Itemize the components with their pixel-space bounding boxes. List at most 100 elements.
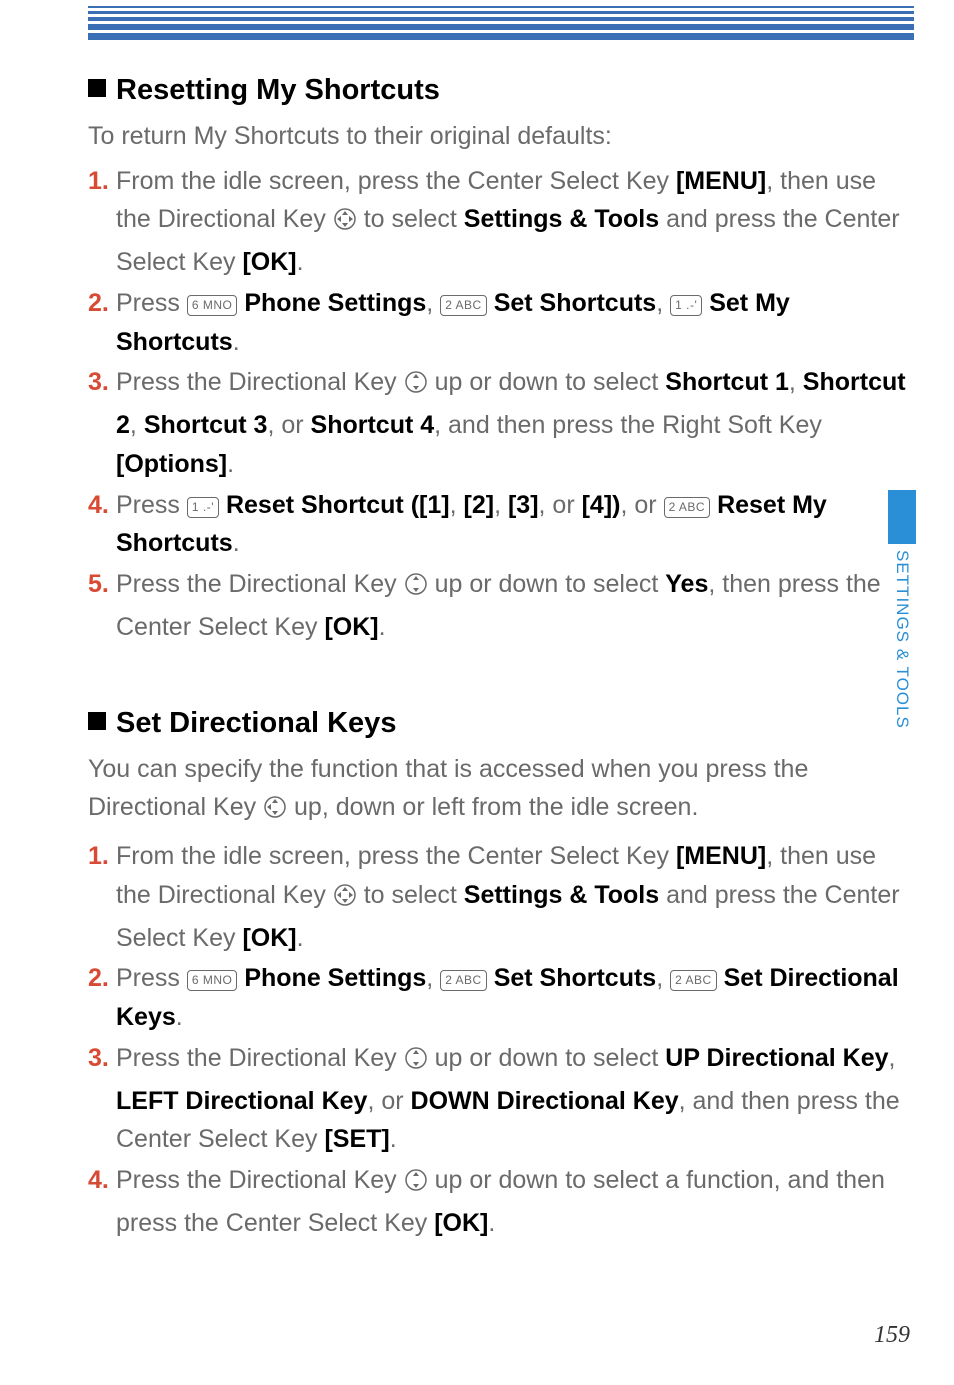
step-number: 5. (88, 565, 116, 647)
step-number: 1. (88, 162, 116, 282)
text: , or (267, 411, 310, 439)
step-1: 1. From the idle screen, press the Cente… (88, 837, 914, 957)
shortcut-4: Shortcut 4 (311, 411, 435, 439)
stripe (88, 33, 914, 40)
side-tab-label: SETTINGS & TOOLS (892, 550, 912, 729)
step-body: Press 6 MNO Phone Settings, 2 ABC Set Sh… (116, 284, 914, 362)
key-1-icon: 1 .-' (187, 497, 219, 518)
text: , (130, 411, 144, 439)
side-marker (888, 490, 916, 544)
step-1: 1. From the idle screen, press the Cente… (88, 162, 914, 282)
section-intro: You can specify the function that is acc… (88, 750, 914, 832)
step-number: 2. (88, 284, 116, 362)
step-4: 4. Press 1 .-' Reset Shortcut ([1], [2],… (88, 486, 914, 564)
key-2-icon: 2 ABC (440, 970, 487, 991)
step-body: Press the Directional Key up or down to … (116, 1039, 914, 1159)
text: up, down or left from the idle screen. (287, 793, 698, 821)
left-dir-key: LEFT Directional Key (116, 1087, 367, 1115)
text: , (656, 964, 670, 992)
text: to select (357, 881, 464, 909)
text: , (656, 289, 670, 317)
square-bullet (88, 712, 106, 730)
phone-settings: Phone Settings (244, 964, 426, 992)
options-key: [Options] (116, 450, 227, 478)
text: Press the Directional Key (116, 1166, 404, 1194)
menu-key: [MENU] (676, 842, 766, 870)
key-2-icon: 2 ABC (664, 497, 711, 518)
step-body: Press 6 MNO Phone Settings, 2 ABC Set Sh… (116, 959, 914, 1037)
step-3: 3. Press the Directional Key up or down … (88, 363, 914, 483)
step-5: 5. Press the Directional Key up or down … (88, 565, 914, 647)
header-stripes (0, 0, 954, 40)
text: , or (621, 491, 664, 519)
text: , (450, 491, 464, 519)
up-dir-key: UP Directional Key (665, 1044, 888, 1072)
step-number: 3. (88, 1039, 116, 1159)
text: From the idle screen, press the Center S… (116, 842, 676, 870)
ok-key: [OK] (242, 248, 296, 276)
step-body: Press the Directional Key up or down to … (116, 363, 914, 483)
text: Press the Directional Key (116, 368, 404, 396)
step-3: 3. Press the Directional Key up or down … (88, 1039, 914, 1159)
shortcut-3: Shortcut 3 (144, 411, 268, 439)
step-body: Press 1 .-' Reset Shortcut ([1], [2], [3… (116, 486, 914, 564)
text: , (494, 491, 508, 519)
shortcut-1: Shortcut 1 (665, 368, 789, 396)
text: . (379, 613, 386, 641)
text: Press (116, 964, 187, 992)
dpad-updown-icon (404, 1043, 428, 1082)
stripe (88, 6, 914, 8)
step-body: Press the Directional Key up or down to … (116, 565, 914, 647)
text: . (488, 1209, 495, 1237)
stripe (88, 17, 914, 21)
ok-key: [OK] (324, 613, 378, 641)
text: , (889, 1044, 896, 1072)
step-2: 2. Press 6 MNO Phone Settings, 2 ABC Set… (88, 284, 914, 362)
text: Press (116, 289, 187, 317)
step-number: 3. (88, 363, 116, 483)
title-text: Resetting My Shortcuts (116, 74, 440, 106)
text: . (297, 924, 304, 952)
key-6-icon: 6 MNO (187, 970, 238, 991)
section-intro: To return My Shortcuts to their original… (88, 117, 914, 156)
p3: [3] (508, 491, 539, 519)
side-tab: SETTINGS & TOOLS (888, 490, 916, 729)
title-text: Set Directional Keys (116, 707, 396, 739)
step-number: 4. (88, 486, 116, 564)
step-number: 1. (88, 837, 116, 957)
dpad-three-icon (263, 792, 287, 831)
text: . (233, 529, 240, 557)
step-2: 2. Press 6 MNO Phone Settings, 2 ABC Set… (88, 959, 914, 1037)
text: , or (539, 491, 582, 519)
set-shortcuts: Set Shortcuts (494, 289, 657, 317)
step-number: 4. (88, 1161, 116, 1243)
set-shortcuts: Set Shortcuts (494, 964, 657, 992)
ok-key: [OK] (242, 924, 296, 952)
text: . (227, 450, 234, 478)
text: up or down to select (428, 570, 666, 598)
key-1-icon: 1 .-' (670, 295, 702, 316)
text: . (233, 328, 240, 356)
text: Press (116, 491, 187, 519)
text: , or (367, 1087, 410, 1115)
settings-tools: Settings & Tools (464, 881, 659, 909)
step-body: Press the Directional Key up or down to … (116, 1161, 914, 1243)
section-title-directional: Set Directional Keys (88, 701, 914, 746)
text: , (789, 368, 803, 396)
step-body: From the idle screen, press the Center S… (116, 162, 914, 282)
text: , and then press the Right Soft Key (434, 411, 822, 439)
text: . (297, 248, 304, 276)
dpad-updown-icon (404, 367, 428, 406)
step-number: 2. (88, 959, 116, 1037)
text: , (426, 289, 440, 317)
menu-key: [MENU] (676, 167, 766, 195)
section-title-resetting: Resetting My Shortcuts (88, 68, 914, 113)
key-2-icon: 2 ABC (440, 295, 487, 316)
text: . (390, 1125, 397, 1153)
text: up or down to select (428, 1044, 666, 1072)
phone-settings: Phone Settings (244, 289, 426, 317)
text: . (176, 1003, 183, 1031)
text: up or down to select (428, 368, 666, 396)
dpad-updown-icon (404, 569, 428, 608)
key-6-icon: 6 MNO (187, 295, 238, 316)
